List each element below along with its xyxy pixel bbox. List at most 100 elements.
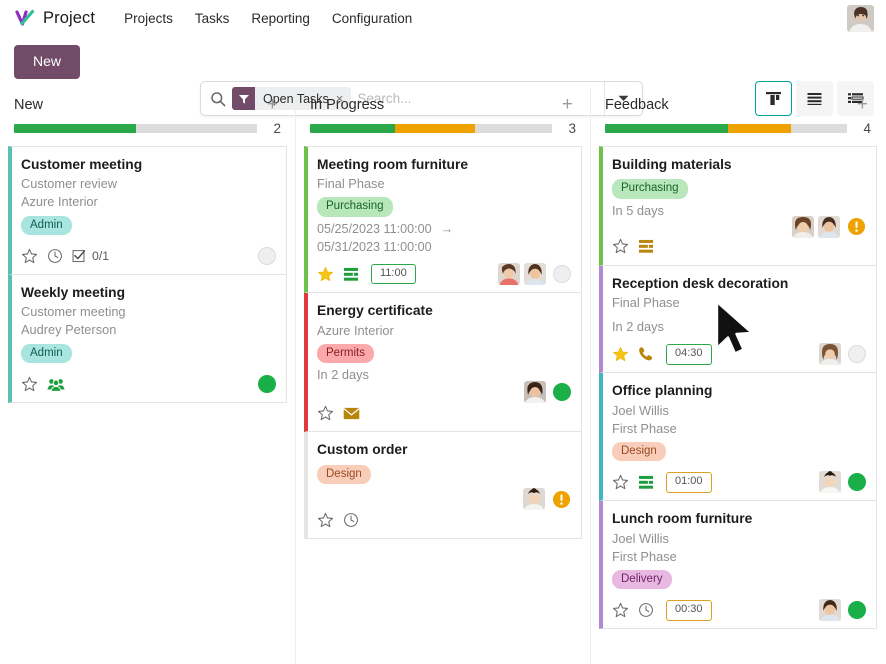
column-header: In Progress + <box>304 88 582 115</box>
card-office-planning[interactable]: Office planning Joel Willis First Phase … <box>599 373 877 502</box>
card-time-badge[interactable]: 11:00 <box>371 264 416 285</box>
card-subtitle-1: Joel Willis <box>612 402 669 418</box>
card-footer-left: 01:00 <box>612 472 819 493</box>
card-time-badge[interactable]: 01:00 <box>666 472 712 493</box>
status-dot[interactable] <box>258 247 276 265</box>
card-title: Custom order <box>317 442 408 458</box>
warning-icon[interactable] <box>552 490 571 509</box>
card-time-badge[interactable]: 04:30 <box>666 344 712 365</box>
star-outline-icon[interactable] <box>612 238 629 255</box>
card-meeting-room-furniture[interactable]: Meeting room furniture Final Phase Purch… <box>304 146 582 294</box>
arrow-right-icon: → <box>440 221 454 236</box>
clock-icon[interactable] <box>638 602 654 618</box>
star-filled-icon[interactable] <box>317 266 334 283</box>
card-custom-order[interactable]: Custom order Design <box>304 432 582 540</box>
card-footer-left: 11:00 <box>317 264 498 285</box>
card-deadline: In 2 days <box>612 319 664 335</box>
status-dot[interactable] <box>553 265 571 284</box>
avatar[interactable] <box>523 488 545 511</box>
card-tag[interactable]: Delivery <box>612 570 672 590</box>
list-green-icon[interactable] <box>638 475 654 490</box>
clock-icon[interactable] <box>343 512 359 528</box>
list-green-icon[interactable] <box>343 267 359 282</box>
card-tag[interactable]: Permits <box>317 343 374 364</box>
plus-icon[interactable]: + <box>559 95 576 114</box>
star-outline-icon[interactable] <box>21 376 38 393</box>
avatar[interactable] <box>819 599 841 622</box>
card-footer: 01:00 <box>612 471 866 494</box>
nav-configuration[interactable]: Configuration <box>321 6 423 31</box>
avatar[interactable] <box>524 263 546 286</box>
status-dot[interactable] <box>258 375 276 393</box>
envelope-icon[interactable] <box>343 407 360 420</box>
checkbox-icon[interactable] <box>72 249 86 263</box>
card-tag[interactable]: Design <box>317 464 371 485</box>
nav-links: Projects Tasks Reporting Configuration <box>113 6 423 31</box>
card-title: Meeting room furniture <box>317 157 468 172</box>
card-date-start: 05/25/2023 11:00:00 <box>317 221 432 236</box>
card-footer-left: 04:30 <box>612 344 819 365</box>
nav-tasks[interactable]: Tasks <box>184 6 241 31</box>
card-subtitle-1: Customer review <box>21 176 118 192</box>
brand-title: Project <box>43 8 96 27</box>
progress-segment-grey <box>474 124 552 133</box>
users-green-icon[interactable] <box>47 377 65 392</box>
card-customer-meeting[interactable]: Customer meeting Customer review Azure I… <box>8 146 287 275</box>
avatar[interactable] <box>819 471 841 494</box>
warning-icon[interactable] <box>847 217 866 236</box>
avatar[interactable] <box>792 215 814 238</box>
card-tag[interactable]: Purchasing <box>612 179 688 199</box>
star-outline-icon[interactable] <box>21 248 38 265</box>
nav-reporting[interactable]: Reporting <box>240 6 321 31</box>
star-outline-icon[interactable] <box>317 512 334 529</box>
nav-projects[interactable]: Projects <box>113 6 184 31</box>
star-outline-icon[interactable] <box>317 405 334 422</box>
status-dot[interactable] <box>848 345 866 364</box>
column-count: 2 <box>273 121 281 136</box>
card-footer-left <box>317 405 571 422</box>
brand[interactable]: Project <box>14 7 95 29</box>
card-tag[interactable]: Purchasing <box>317 197 393 217</box>
avatar[interactable] <box>524 381 546 404</box>
progress-bar[interactable] <box>14 124 257 133</box>
card-footer-right <box>498 263 571 286</box>
card-building-materials[interactable]: Building materials Purchasing In 5 days <box>599 146 877 266</box>
card-footer: 04:30 <box>612 343 866 366</box>
star-outline-icon[interactable] <box>612 602 629 619</box>
star-filled-icon[interactable] <box>612 346 629 363</box>
card-reception-desk-decoration[interactable]: Reception desk decoration Final Phase In… <box>599 265 877 374</box>
clock-icon[interactable] <box>47 248 63 264</box>
card-lunch-room-furniture[interactable]: Lunch room furniture Joel Willis First P… <box>599 501 877 630</box>
card-tag[interactable]: Admin <box>21 343 72 363</box>
card-subtitle-2: First Phase <box>612 420 677 436</box>
card-footer-right <box>792 215 866 238</box>
status-dot[interactable] <box>848 473 866 492</box>
column-cards: Meeting room furniture Final Phase Purch… <box>304 146 582 540</box>
card-time-badge[interactable]: 00:30 <box>666 600 712 621</box>
progress-bar[interactable] <box>310 124 552 133</box>
card-tag[interactable]: Admin <box>21 215 72 235</box>
card-footer-right <box>819 599 866 622</box>
card-title: Lunch room furniture <box>612 511 753 527</box>
status-dot[interactable] <box>848 601 866 620</box>
status-dot[interactable] <box>553 383 571 402</box>
card-footer-right <box>819 471 866 494</box>
plus-icon[interactable]: + <box>854 95 871 114</box>
card-energy-certificate[interactable]: Energy certificate Azure Interior Permit… <box>304 293 582 433</box>
card-footer <box>612 215 866 258</box>
phone-icon[interactable] <box>638 346 654 362</box>
card-weekly-meeting[interactable]: Weekly meeting Customer meeting Audrey P… <box>8 275 287 403</box>
new-button[interactable]: New <box>14 45 81 79</box>
list-gold-icon[interactable] <box>638 239 654 254</box>
card-footer-right <box>819 343 866 366</box>
card-footer-left <box>317 512 571 529</box>
avatar[interactable] <box>498 263 520 286</box>
avatar[interactable] <box>819 343 841 366</box>
card-tag[interactable]: Design <box>612 442 666 462</box>
column-header: New + <box>8 88 287 115</box>
plus-icon[interactable]: + <box>264 95 281 114</box>
star-outline-icon[interactable] <box>612 474 629 491</box>
progress-bar[interactable] <box>605 124 847 133</box>
user-avatar[interactable] <box>847 5 874 32</box>
avatar[interactable] <box>818 215 840 238</box>
